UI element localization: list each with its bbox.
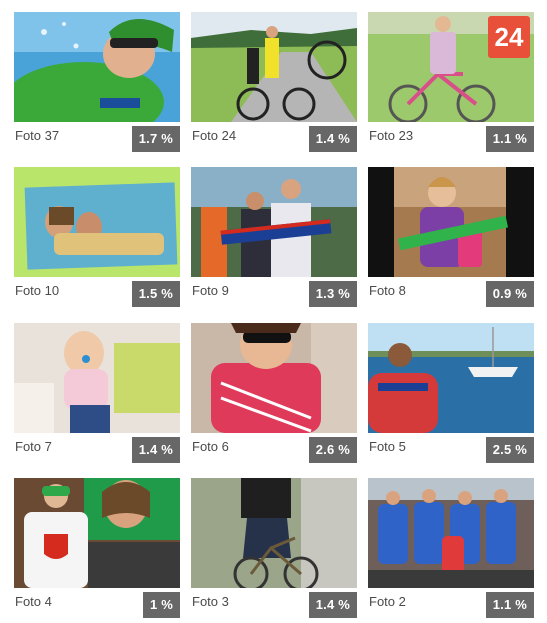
photo-thumbnail[interactable] xyxy=(191,167,357,277)
photo-card-foto-8[interactable]: 0.9 % Foto 8 xyxy=(368,167,534,307)
photo-card-foto-4[interactable]: 1 % Foto 4 xyxy=(14,478,180,618)
photo-thumbnail[interactable] xyxy=(14,167,180,277)
cyclist-green-jersey-image xyxy=(14,12,180,122)
photo-label[interactable]: Foto 5 xyxy=(369,439,406,455)
baby-with-pacifier-image xyxy=(14,323,180,433)
child-red-jacket-sunglasses-image xyxy=(191,323,357,433)
percent-badge: 1.4 % xyxy=(308,126,357,152)
person-by-sea-boat-image xyxy=(368,323,534,433)
photo-card-foto-7[interactable]: 1.4 % Foto 7 xyxy=(14,323,180,463)
girl-purple-shirt-image xyxy=(368,167,534,277)
photo-thumbnail[interactable] xyxy=(191,12,357,122)
cycling-team-blue-jerseys-image xyxy=(368,478,534,588)
percent-badge: 1.4 % xyxy=(308,592,357,618)
photo-label[interactable]: Foto 10 xyxy=(15,283,59,299)
photo-label[interactable]: Foto 2 xyxy=(369,594,406,610)
percent-badge: 2.5 % xyxy=(485,437,534,463)
photo-thumbnail[interactable] xyxy=(191,323,357,433)
percent-badge: 1 % xyxy=(142,592,180,618)
photo-label[interactable]: Foto 9 xyxy=(192,283,229,299)
photo-thumbnail[interactable] xyxy=(14,478,180,588)
photo-card-foto-37[interactable]: 1.7 % Foto 37 xyxy=(14,12,180,152)
photo-card-foto-23[interactable]: 24 1.1 % Foto 23 xyxy=(368,12,534,152)
photo-label[interactable]: Foto 8 xyxy=(369,283,406,299)
photo-card-foto-3[interactable]: 1.4 % Foto 3 xyxy=(191,478,357,618)
percent-badge: 1.1 % xyxy=(485,126,534,152)
photo-thumbnail[interactable] xyxy=(14,323,180,433)
percent-badge: 1.1 % xyxy=(485,592,534,618)
woman-riding-old-bicycle-image xyxy=(191,478,357,588)
photo-thumbnail[interactable] xyxy=(368,323,534,433)
cyclist-road-image xyxy=(191,12,357,122)
child-slovakia-shirt-tv-image xyxy=(14,478,180,588)
percent-badge: 0.9 % xyxy=(485,281,534,307)
photo-label[interactable]: Foto 37 xyxy=(15,128,59,144)
photo-label[interactable]: Foto 7 xyxy=(15,439,52,455)
photo-card-foto-9[interactable]: 1.3 % Foto 9 xyxy=(191,167,357,307)
photo-thumbnail[interactable] xyxy=(368,167,534,277)
photo-card-foto-5[interactable]: 2.5 % Foto 5 xyxy=(368,323,534,463)
photo-label[interactable]: Foto 24 xyxy=(192,128,236,144)
photo-label[interactable]: Foto 6 xyxy=(192,439,229,455)
percent-badge: 1.7 % xyxy=(131,126,180,152)
photo-label[interactable]: Foto 23 xyxy=(369,128,413,144)
photo-card-foto-24[interactable]: 1.4 % Foto 24 xyxy=(191,12,357,152)
tv-channel-24-logo: 24 xyxy=(488,16,530,58)
photo-label[interactable]: Foto 4 xyxy=(15,594,52,610)
percent-badge: 1.5 % xyxy=(131,281,180,307)
photo-card-foto-2[interactable]: 1.1 % Foto 2 xyxy=(368,478,534,618)
couple-painting-image xyxy=(14,167,180,277)
photo-gallery-grid: 1.7 % Foto 37 1.4 % Foto 24 24 1.1 % Fot… xyxy=(0,0,547,623)
photo-thumbnail[interactable]: 24 xyxy=(368,12,534,122)
photo-thumbnail[interactable] xyxy=(191,478,357,588)
percent-badge: 2.6 % xyxy=(308,437,357,463)
percent-badge: 1.3 % xyxy=(308,281,357,307)
fans-with-scarf-image xyxy=(191,167,357,277)
photo-card-foto-6[interactable]: 2.6 % Foto 6 xyxy=(191,323,357,463)
photo-thumbnail[interactable] xyxy=(368,478,534,588)
percent-badge: 1.4 % xyxy=(131,437,180,463)
photo-label[interactable]: Foto 3 xyxy=(192,594,229,610)
photo-card-foto-10[interactable]: 1.5 % Foto 10 xyxy=(14,167,180,307)
photo-thumbnail[interactable] xyxy=(14,12,180,122)
